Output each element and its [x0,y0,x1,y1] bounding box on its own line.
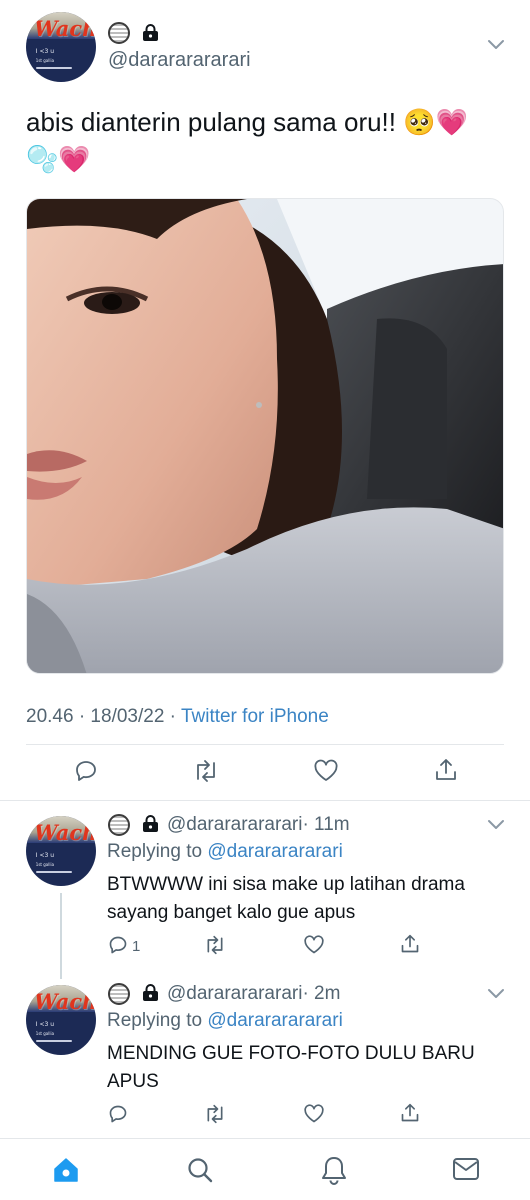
user-handle[interactable]: @darararararari [167,814,302,835]
tab-bar [0,1138,530,1200]
user-handle[interactable]: @darararararari [108,49,251,72]
tweet-timestamp-row: 20.46 · 18/03/22 · Twitter for iPhone [26,706,329,728]
tweet-timestamp[interactable]: 20.46 · 18/03/22 · [26,706,181,727]
replying-to: Replying to @darararararari [107,1010,343,1032]
lock-icon [142,984,159,1002]
tweet-text-line2: 🫧💗 [26,144,91,174]
reply-meta: @darararararari· 2m [167,983,340,1005]
globe-icon [108,22,130,44]
replying-to: Replying to @darararararari [107,841,343,863]
messages-icon[interactable] [452,1157,480,1181]
replying-to-handle[interactable]: @darararararari [207,1010,342,1031]
like-icon[interactable] [303,935,325,955]
lock-icon [142,24,159,42]
lock-icon [142,815,159,833]
globe-icon [108,814,130,836]
tweet-photo[interactable] [26,198,504,674]
avatar-caption: I <3 u [35,1021,55,1028]
replying-to-label: Replying to [107,841,208,862]
tweet-source[interactable]: Twitter for iPhone [181,706,329,727]
reply-text-line2: sayang banget kalo gue apus [107,902,356,923]
avatar-text: Wach [34,989,96,1014]
reply-time[interactable]: · 11m [302,814,349,835]
share-icon[interactable] [434,757,458,783]
avatar-caption: I <3 u [35,852,55,859]
search-icon[interactable] [186,1156,214,1184]
reply-count: 1 [132,938,141,955]
avatar-text: Wach [34,16,96,41]
reply-text: MENDING GUE FOTO-FOTO DULU BARU [107,1043,475,1064]
globe-icon [108,983,130,1005]
retweet-icon[interactable] [203,1104,227,1124]
reply-time[interactable]: · 2m [302,983,340,1004]
like-icon[interactable] [303,1104,325,1124]
tweet-text: abis dianterin pulang sama oru!! 🥺💗 [26,107,468,137]
avatar[interactable]: Wach I <3 u 1st gallia [26,12,96,82]
avatar[interactable]: Wach I <3 u 1st gallia [26,816,96,886]
retweet-icon[interactable] [192,759,220,783]
chevron-down-icon[interactable] [486,987,506,1001]
reply-icon[interactable] [108,935,128,955]
reply-meta: @darararararari· 11m [167,814,350,836]
notifications-icon[interactable] [320,1155,348,1185]
avatar[interactable]: Wach I <3 u 1st gallia [26,985,96,1055]
replying-to-handle[interactable]: @darararararari [207,841,342,862]
replying-to-label: Replying to [107,1010,208,1031]
thread-line [60,893,62,979]
reply-text-line2: APUS [107,1071,159,1092]
home-icon[interactable] [52,1156,80,1184]
avatar-caption: I <3 u [35,48,55,55]
avatar-text: Wach [34,820,96,845]
share-icon[interactable] [400,1102,420,1124]
divider [0,800,530,801]
divider [26,744,504,745]
retweet-icon[interactable] [203,935,227,955]
reply-text: BTWWWW ini sisa make up latihan drama [107,874,465,895]
reply-icon[interactable] [74,759,98,783]
share-icon[interactable] [400,933,420,955]
avatar-caption-2: 1st gallia [35,58,55,63]
avatar-caption-2: 1st gallia [35,1031,55,1036]
reply-icon[interactable] [108,1104,128,1124]
like-icon[interactable] [313,759,339,783]
chevron-down-icon[interactable] [486,38,506,52]
user-handle[interactable]: @darararararari [167,983,302,1004]
avatar-caption-2: 1st gallia [35,862,55,867]
chevron-down-icon[interactable] [486,818,506,832]
